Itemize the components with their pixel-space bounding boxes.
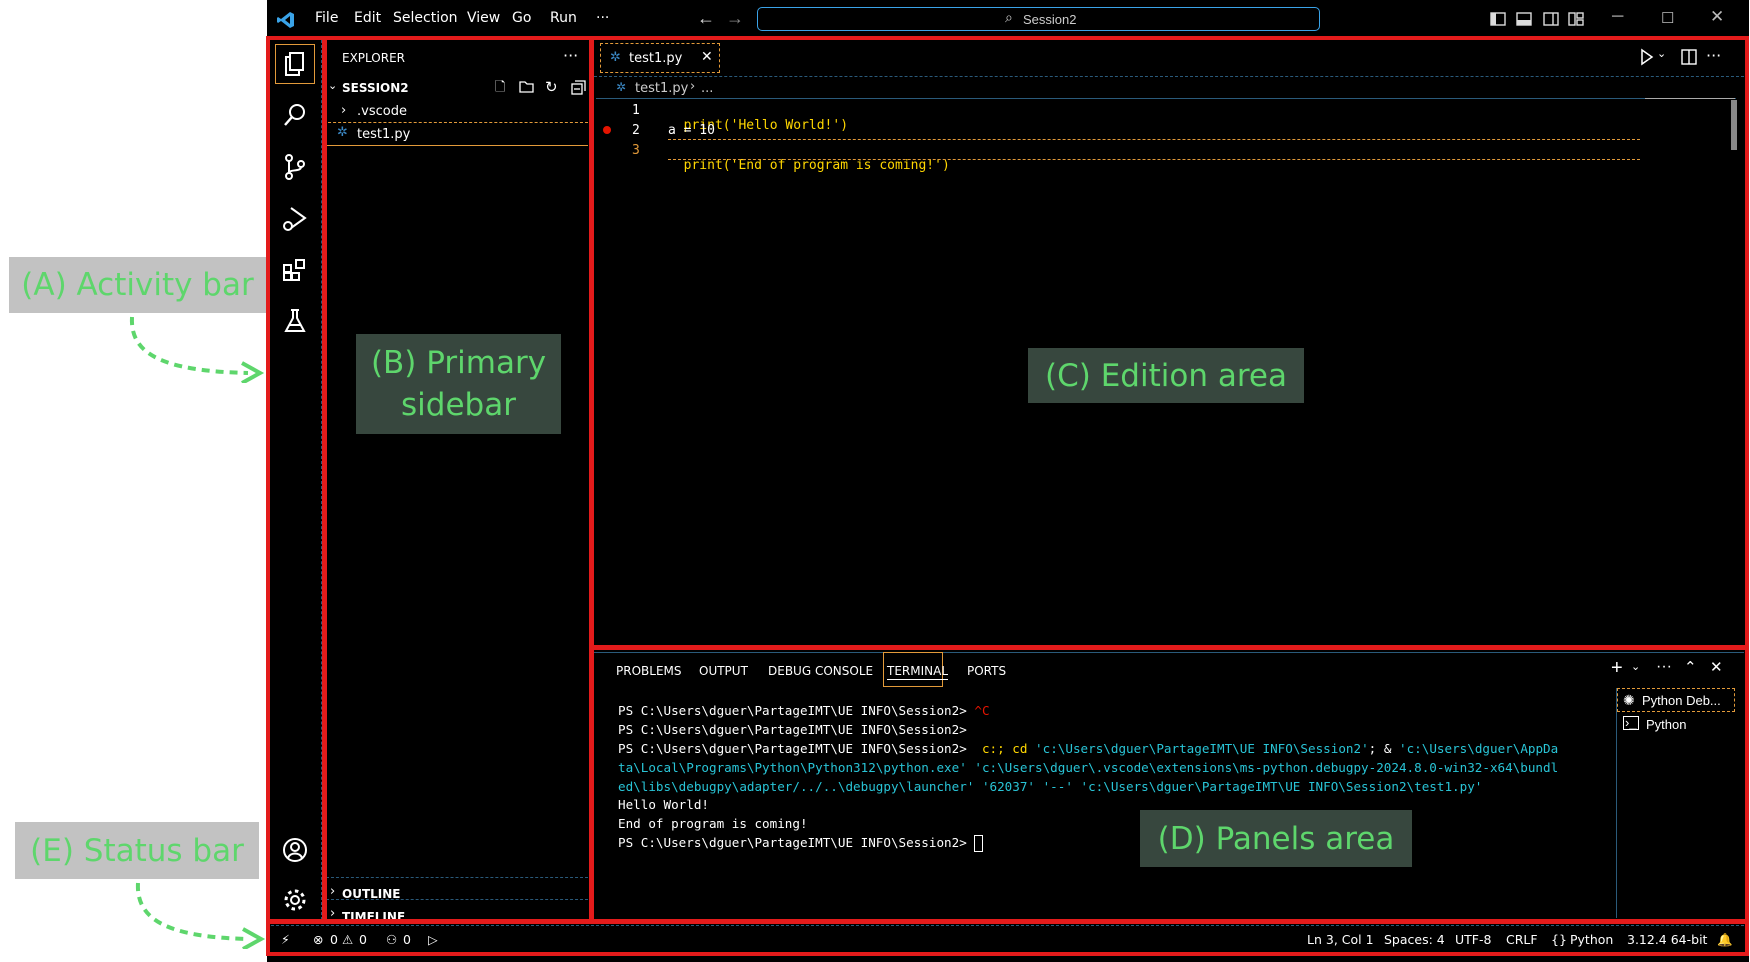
maximize-icon[interactable]: ☐ — [1661, 9, 1674, 27]
search-icon: ⌕ — [1005, 9, 1013, 25]
panels-area-highlight — [589, 645, 1749, 924]
primary-sidebar-annotation-line1: (B) Primary — [370, 345, 547, 381]
toggle-secondary-sidebar-icon[interactable] — [1543, 11, 1559, 27]
menu-edit[interactable]: Edit — [354, 10, 381, 26]
primary-sidebar-annotation-line2: sidebar — [401, 387, 516, 423]
search-text: Session2 — [1023, 12, 1077, 27]
menu-selection[interactable]: Selection — [393, 10, 458, 26]
menu-run[interactable]: Run — [550, 10, 577, 26]
menu-go[interactable]: Go — [512, 10, 531, 26]
toggle-panel-icon[interactable] — [1516, 11, 1532, 27]
status-bar-arrow — [135, 882, 266, 949]
menu-file[interactable]: File — [315, 10, 338, 26]
status-bar-annotation: (E) Status bar — [15, 822, 259, 879]
edition-area-highlight — [589, 36, 1749, 650]
activity-bar-highlight — [266, 36, 327, 924]
panels-area-annotation: (D) Panels area — [1140, 810, 1412, 867]
primary-sidebar-annotation: (B) Primary sidebar — [356, 334, 561, 434]
primary-sidebar-highlight — [322, 36, 594, 924]
customize-layout-icon[interactable] — [1568, 11, 1584, 27]
back-arrow-icon[interactable]: ← — [697, 8, 715, 29]
vscode-logo-icon — [277, 12, 294, 28]
menu-more[interactable]: ··· — [596, 10, 609, 26]
toggle-primary-sidebar-icon[interactable] — [1490, 11, 1506, 27]
activity-bar-arrow — [129, 316, 265, 383]
status-bar-highlight — [266, 919, 1749, 956]
menu-view[interactable]: View — [467, 10, 500, 26]
minimize-icon[interactable]: ─ — [1612, 8, 1623, 26]
close-window-icon[interactable]: ✕ — [1710, 7, 1724, 27]
activity-bar-annotation: (A) Activity bar — [9, 257, 266, 313]
edition-area-annotation: (C) Edition area — [1028, 348, 1304, 403]
forward-arrow-icon[interactable]: → — [726, 8, 744, 29]
